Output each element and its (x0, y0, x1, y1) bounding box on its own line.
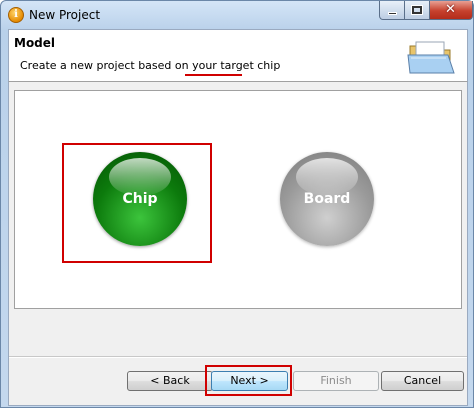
close-button[interactable]: ✕ (430, 1, 473, 20)
page-title: Model (14, 36, 56, 50)
title-bar[interactable]: i New Project ✕ (1, 1, 473, 29)
app-icon: i (8, 7, 24, 23)
option-panel: Chip Board (14, 90, 462, 309)
maximize-button[interactable] (405, 1, 430, 20)
close-icon: ✕ (445, 2, 456, 17)
chip-option-button[interactable]: Chip (93, 152, 187, 246)
button-separator (9, 356, 467, 358)
board-option-label: Board (303, 191, 351, 207)
page-description: Create a new project based on your targe… (20, 59, 281, 72)
chip-option-label: Chip (122, 191, 158, 207)
maximize-icon (411, 5, 423, 15)
wizard-header: Model Create a new project based on your… (8, 29, 468, 81)
back-button[interactable]: < Back (127, 371, 213, 391)
cancel-button[interactable]: Cancel (381, 371, 464, 391)
board-option-button[interactable]: Board (280, 152, 374, 246)
wizard-body: Chip Board < Back Next > Finish Cancel (8, 81, 468, 406)
finish-button[interactable]: Finish (293, 371, 379, 391)
minimize-button[interactable] (379, 1, 405, 20)
minimize-icon (388, 12, 397, 15)
new-project-window: i New Project ✕ Model Create a new proje… (0, 0, 474, 408)
open-folder-icon (407, 41, 455, 74)
window-title: New Project (29, 8, 101, 22)
annotation-underline (185, 74, 242, 76)
next-button[interactable]: Next > (211, 371, 288, 391)
